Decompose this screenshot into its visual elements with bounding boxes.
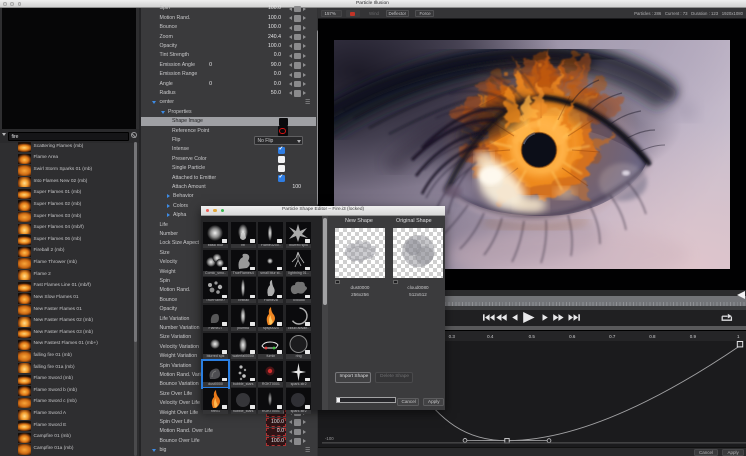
svg-text:-100: -100	[325, 436, 334, 441]
